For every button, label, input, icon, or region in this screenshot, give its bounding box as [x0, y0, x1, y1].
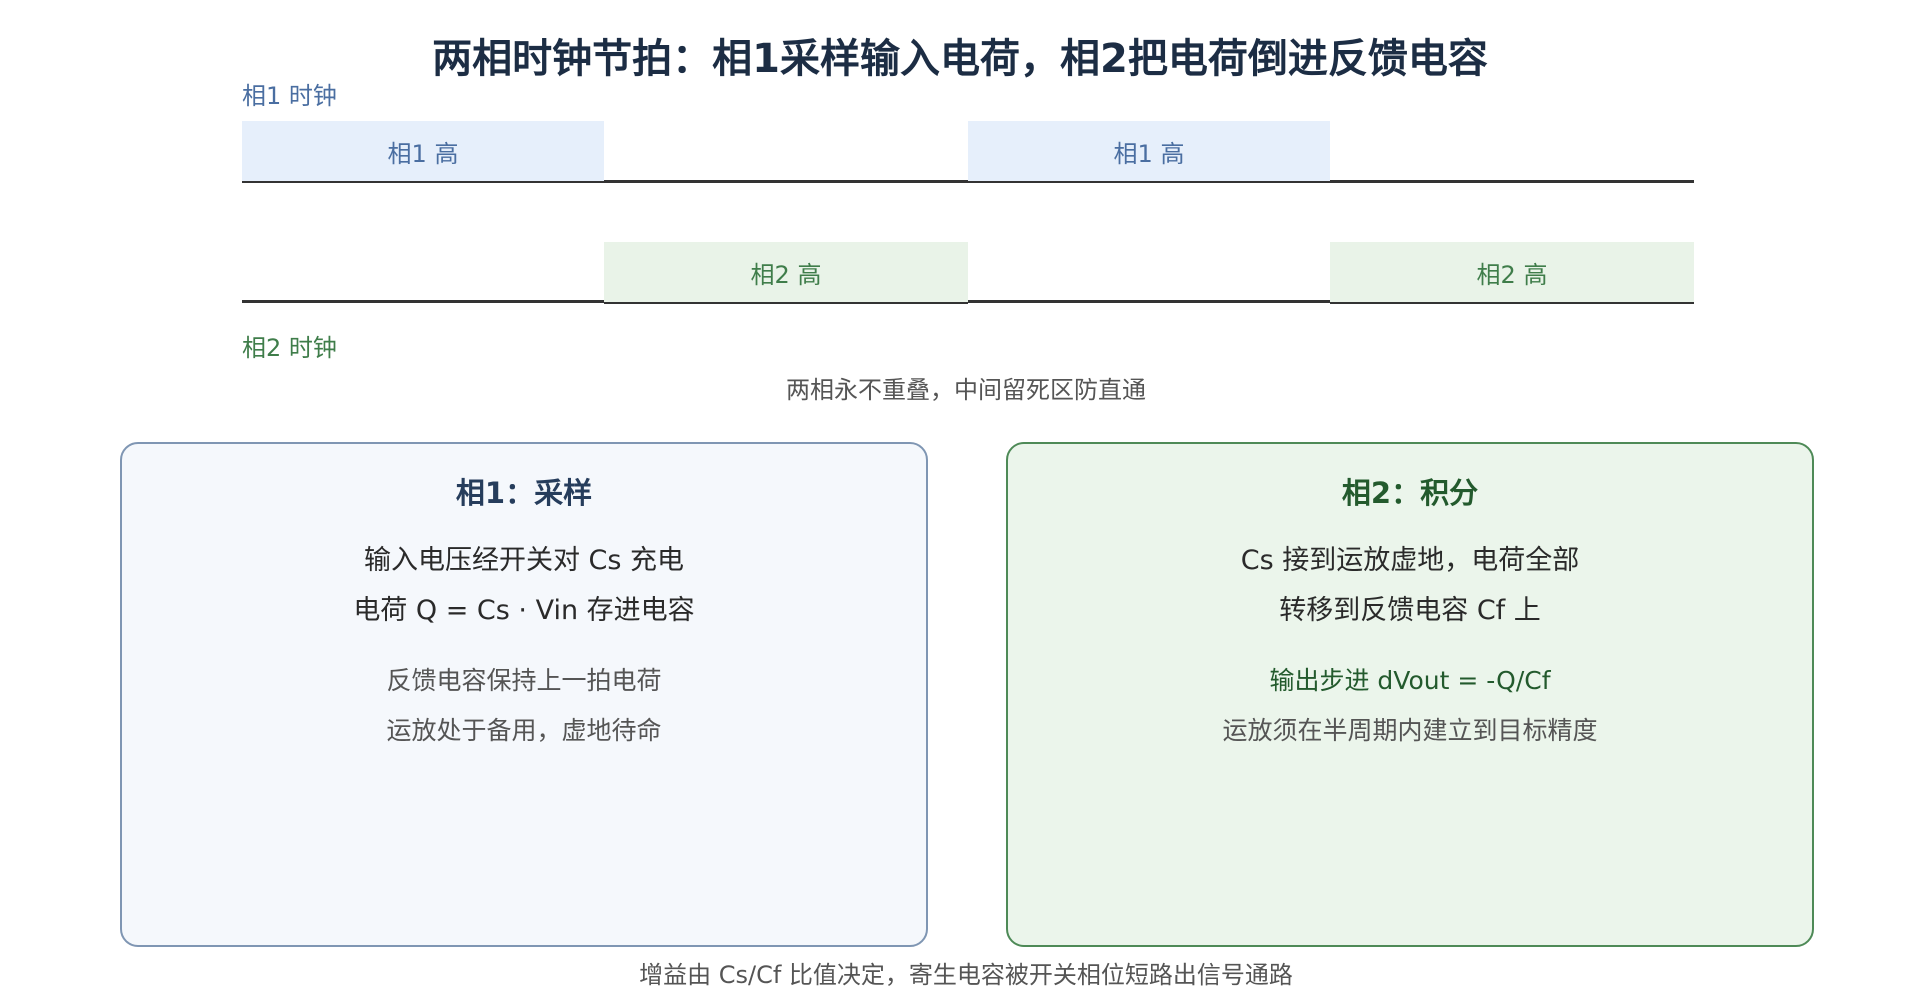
phase1-high-pulse: 相1 高: [968, 121, 1330, 183]
phase2-high-label: 相2 高: [1476, 260, 1548, 289]
phase2-line: Cs 接到运放虚地，电荷全部: [1240, 545, 1580, 576]
phase1-subline: 反馈电容保持上一拍电荷: [386, 666, 662, 695]
phase2-clock-label: 相2 时钟: [242, 334, 337, 362]
phase1-high-pulse: 相1 高: [242, 121, 604, 183]
phase1-clock-label: 相1 时钟: [242, 82, 337, 110]
phase2-panel: 相2：积分 Cs 接到运放虚地，电荷全部 转移到反馈电容 Cf 上 输出步进 d…: [1006, 442, 1814, 947]
phase1-high-label: 相1 高: [387, 139, 459, 168]
phase2-heading: 相2：积分: [1341, 476, 1479, 510]
phase1-subline: 运放处于备用，虚地待命: [386, 716, 662, 745]
phase2-line: 转移到反馈电容 Cf 上: [1279, 595, 1541, 626]
non-overlap-note: 两相永不重叠，中间留死区防直通: [786, 376, 1146, 404]
phase2-high-pulse: 相2 高: [604, 242, 968, 304]
phase2-low-segment: [968, 300, 1330, 303]
phase2-high-label: 相2 高: [750, 260, 822, 289]
phase1-heading: 相1：采样: [455, 476, 593, 510]
phase1-low-segment: [1330, 180, 1694, 183]
phase2-output-step: 输出步进 dVout = -Q/Cf: [1269, 666, 1551, 695]
phase2-low-segment: [242, 300, 604, 303]
phase1-high-label: 相1 高: [1113, 139, 1185, 168]
phase1-line: 电荷 Q = Cs · Vin 存进电容: [353, 595, 695, 626]
footer-note: 增益由 Cs/Cf 比值决定，寄生电容被开关相位短路出信号通路: [639, 961, 1293, 989]
phase1-panel: 相1：采样 输入电压经开关对 Cs 充电 电荷 Q = Cs · Vin 存进电…: [120, 442, 928, 947]
phase2-subline: 运放须在半周期内建立到目标精度: [1222, 716, 1598, 745]
phase1-line: 输入电压经开关对 Cs 充电: [363, 545, 685, 576]
phase1-low-segment: [604, 180, 968, 183]
phase2-high-pulse: 相2 高: [1330, 242, 1694, 304]
